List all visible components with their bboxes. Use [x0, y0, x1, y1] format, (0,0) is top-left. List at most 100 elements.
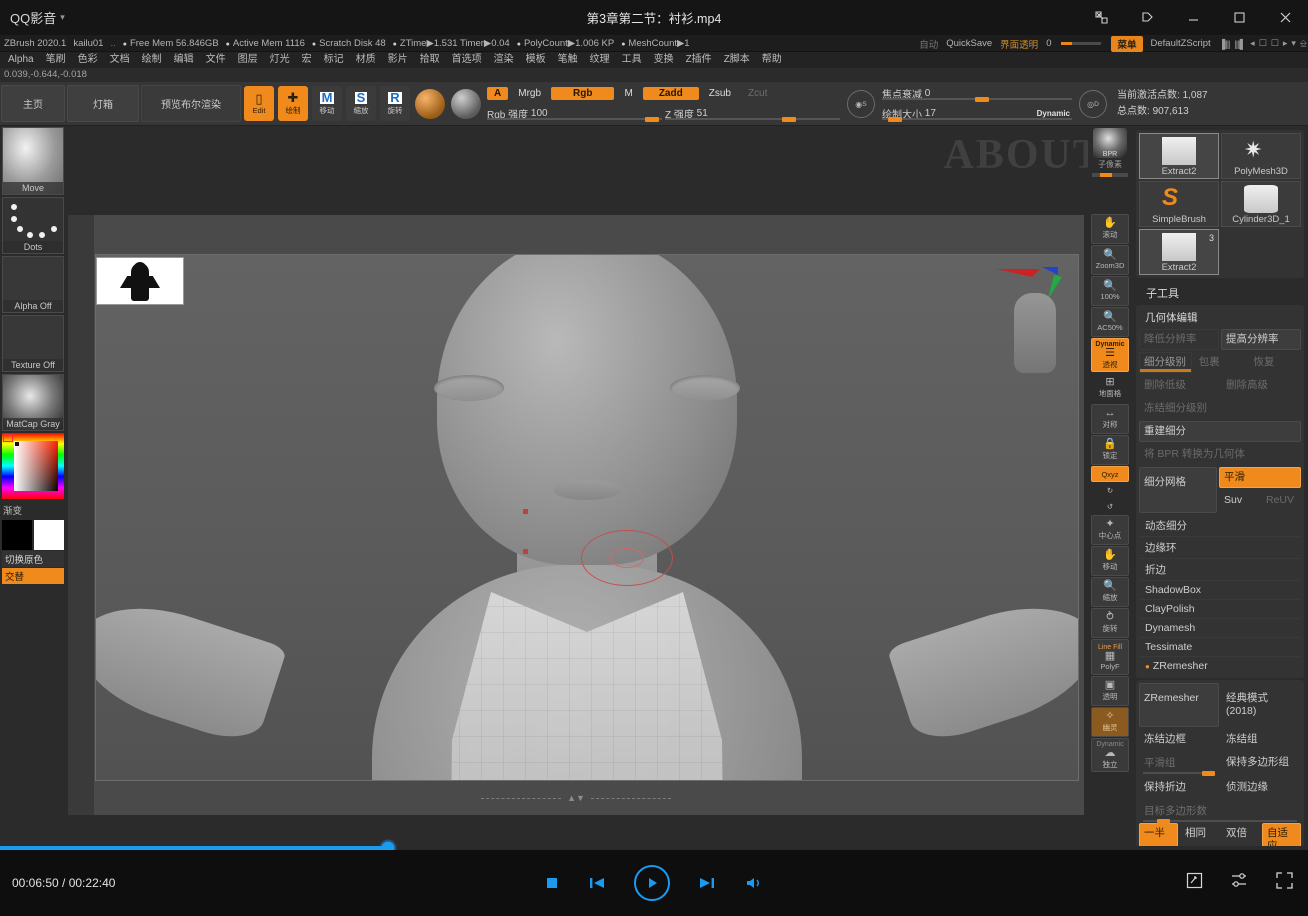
canvas-thumbnail-preview[interactable]	[96, 257, 184, 305]
smt-button[interactable]: 平滑	[1219, 467, 1301, 488]
current-stroke-button[interactable]: Dots	[2, 197, 64, 254]
ghost-button[interactable]: ✧幽灵	[1091, 707, 1129, 737]
aahalf-button[interactable]: 🔍AC50%	[1091, 307, 1129, 337]
menu-item-movie[interactable]: 影片	[382, 52, 414, 68]
freeze-groups-button[interactable]: 冻结组	[1221, 729, 1301, 750]
detect-edges-button[interactable]: 侦测边缘	[1221, 777, 1301, 798]
claypolish-item[interactable]: ClayPolish	[1139, 599, 1301, 618]
zoom-nav-button[interactable]: 🔍缩放	[1091, 577, 1129, 607]
rgb-intensity-slider[interactable]: Rgb 强度 100	[487, 107, 662, 121]
color-swatches[interactable]	[2, 520, 64, 550]
ui-transparency-slider[interactable]	[1061, 42, 1101, 45]
gradient-label[interactable]: 渐变	[0, 501, 66, 519]
menu-item-help[interactable]: 帮助	[756, 52, 788, 68]
divide-button[interactable]: 细分网格	[1139, 467, 1217, 513]
move-button[interactable]: M 移动	[312, 86, 342, 121]
cage-button[interactable]: 包裹	[1194, 352, 1247, 373]
play-button-circle[interactable]	[634, 865, 670, 901]
menu-item-material[interactable]: 材质	[350, 52, 382, 68]
transparency-button[interactable]: ▣透明	[1091, 676, 1129, 706]
center-button[interactable]: ✦中心点	[1091, 515, 1129, 545]
del-lower-button[interactable]: 删除低级	[1139, 375, 1219, 396]
stop-button[interactable]	[544, 875, 560, 891]
menu-item-document[interactable]: 文档	[104, 52, 136, 68]
stroke-d-button[interactable]: ◎D	[1079, 90, 1107, 118]
menu-item-alpha[interactable]: Alpha	[2, 52, 40, 68]
subdiv-level-slider[interactable]: 细分级别	[1139, 352, 1192, 373]
scale-button[interactable]: S 缩放	[346, 86, 376, 121]
perspective-button[interactable]: Dynamic☰透视	[1091, 338, 1129, 372]
viewport[interactable]	[95, 254, 1079, 781]
fullscreen-button[interactable]	[1275, 871, 1294, 895]
color-picker[interactable]	[2, 433, 64, 499]
status-mini-icons[interactable]: ▐|||| ||||▌ ◂ ☐ ☐ ▸ ▾ ⎒	[1219, 38, 1306, 49]
move-nav-button[interactable]: ✋移动	[1091, 546, 1129, 576]
current-material-button[interactable]: MatCap Gray	[2, 374, 64, 431]
menu-item-stroke[interactable]: 笔触	[552, 52, 584, 68]
target-poly-slider[interactable]: 目标多边形数	[1139, 800, 1301, 823]
geometry-panel-title[interactable]: 几何体编辑	[1139, 308, 1301, 329]
zsub-toggle[interactable]: Zsub	[702, 87, 738, 100]
crease-item[interactable]: 折边	[1139, 558, 1301, 580]
equalizer-button[interactable]	[1230, 871, 1249, 895]
menu-item-marker[interactable]: 标记	[318, 52, 350, 68]
menu-item-picker[interactable]: 拾取	[414, 52, 446, 68]
freeze-border-button[interactable]: 冻结边框	[1139, 729, 1219, 750]
lock-button[interactable]: 🔒锁定	[1091, 435, 1129, 465]
current-alpha-button[interactable]: Alpha Off	[2, 256, 64, 313]
zcut-toggle[interactable]: Zcut	[741, 87, 774, 100]
current-material-sphere[interactable]	[451, 89, 481, 119]
secondary-color-swatch[interactable]	[34, 520, 64, 550]
volume-button[interactable]	[744, 875, 764, 891]
menu-item-light[interactable]: 灯光	[264, 52, 296, 68]
scroll-button[interactable]: ✋滚动	[1091, 214, 1129, 244]
menu-item-zplugin[interactable]: Z插件	[680, 52, 718, 68]
keep-creases-button[interactable]: 保持折边	[1139, 777, 1219, 798]
dynamesh-item[interactable]: Dynamesh	[1139, 618, 1301, 637]
menu-item-brush[interactable]: 笔刷	[40, 52, 72, 68]
bpr-render-button[interactable]: BPR	[1093, 128, 1127, 158]
primary-color-swatch[interactable]	[2, 520, 32, 550]
menu-item-transform[interactable]: 变换	[648, 52, 680, 68]
floor-grid-button[interactable]: ⊞地面格	[1091, 373, 1129, 403]
zadd-toggle[interactable]: Zadd	[643, 87, 699, 100]
current-texture-button[interactable]: Texture Off	[2, 315, 64, 372]
menu-item-texture[interactable]: 纹理	[584, 52, 616, 68]
maximize-icon[interactable]	[1216, 0, 1262, 35]
edge-loop-item[interactable]: 边缘环	[1139, 536, 1301, 558]
subtool-section-header[interactable]: 子工具	[1132, 280, 1308, 305]
menu-item-file[interactable]: 文件	[200, 52, 232, 68]
zbrush-menu-bar[interactable]: Alpha 笔刷 色彩 文档 绘制 编辑 文件 图层 灯光 宏 标记 材质 影片…	[0, 52, 1308, 68]
menu-item-render[interactable]: 渲染	[488, 52, 520, 68]
zoom3d-button[interactable]: 🔍Zoom3D	[1091, 245, 1129, 275]
draw-size-slider[interactable]: 绘制大小 17 Dynamic	[882, 107, 1072, 121]
alternate-button[interactable]: 交替	[2, 568, 64, 584]
minimize-icon[interactable]	[1170, 0, 1216, 35]
model-3d[interactable]	[96, 255, 1078, 780]
freeze-subdivision-button[interactable]: 冻结细分级别	[1139, 398, 1301, 419]
higher-res-button[interactable]: 提高分辨率	[1221, 329, 1301, 350]
actual-size-button[interactable]: 🔍100%	[1091, 276, 1129, 306]
solo-button[interactable]: Dynamic☁独立	[1091, 738, 1129, 772]
z-intensity-slider[interactable]: Z 强度 51	[665, 107, 840, 121]
menu-item-preferences[interactable]: 首选项	[446, 52, 488, 68]
lower-res-button[interactable]: 降低分辨率	[1139, 329, 1219, 350]
menu-item-draw[interactable]: 绘制	[136, 52, 168, 68]
legacy-mode-button[interactable]: 经典模式(2018)	[1221, 683, 1301, 727]
tool-polymesh3d[interactable]: ✷ PolyMesh3D	[1221, 133, 1301, 179]
lightbox-button[interactable]: 灯箱	[67, 85, 139, 122]
previous-button[interactable]	[588, 875, 606, 891]
mrgb-toggle[interactable]: Mrgb	[511, 87, 548, 100]
convert-bpr-button[interactable]: 将 BPR 转换为几何体	[1139, 444, 1301, 465]
canvas-resize-handle[interactable]: ▲▼	[567, 793, 585, 803]
menu-item-stencil[interactable]: 模板	[520, 52, 552, 68]
stroke-s-button[interactable]: ◉S	[847, 90, 875, 118]
preview-boolean-render-button[interactable]: 预览布尔渲染	[141, 85, 241, 122]
keep-groups-button[interactable]: 保持多边形组	[1221, 752, 1301, 775]
home-button[interactable]: 主页	[1, 85, 65, 122]
material-preview-swatch[interactable]	[415, 89, 445, 119]
close-icon[interactable]	[1262, 0, 1308, 35]
del-higher-button[interactable]: 删除高级	[1221, 375, 1301, 396]
symmetry-button[interactable]: ↔对称	[1091, 404, 1129, 434]
chevron-down-icon[interactable]: ▾	[60, 12, 65, 23]
